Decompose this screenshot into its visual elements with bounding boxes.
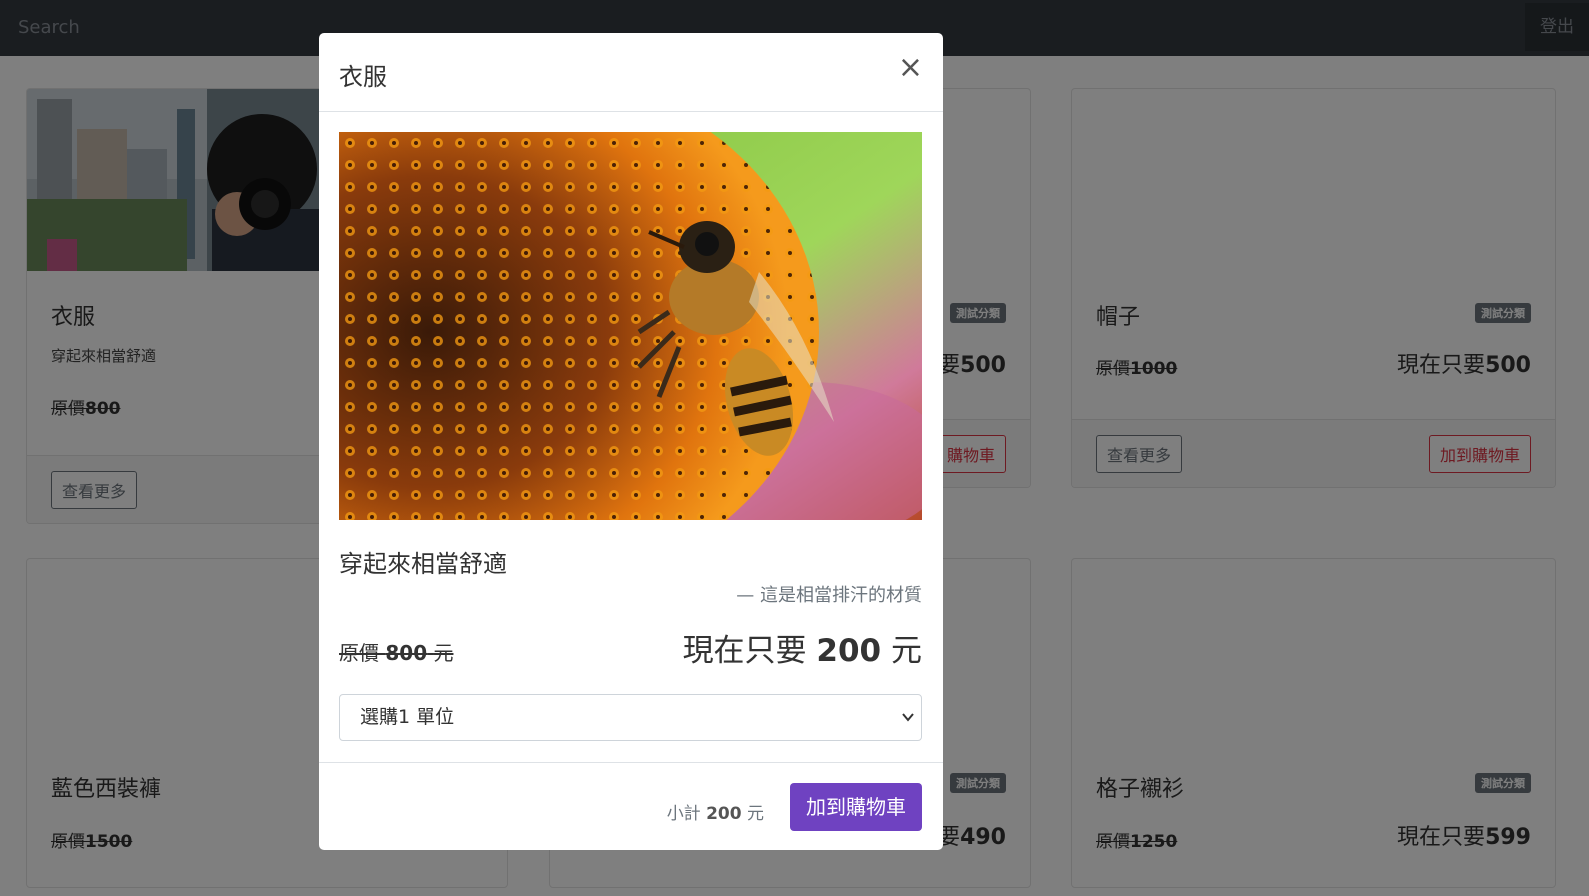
product-modal: 衣服 × 穿起來相當舒適 — 這是相當排汗的材質 原價 800 元 現在只要 2… bbox=[319, 33, 943, 850]
modal-title: 衣服 bbox=[339, 63, 387, 91]
add-to-cart-button[interactable]: 加到購物車 bbox=[790, 783, 922, 831]
modal-header: 衣服 × bbox=[319, 33, 943, 112]
product-hero-image bbox=[339, 132, 922, 520]
quantity-select[interactable]: 選購1 單位 bbox=[339, 694, 922, 741]
product-quote: — 這是相當排汗的材質 bbox=[736, 585, 922, 606]
chevron-down-icon bbox=[901, 695, 915, 759]
close-icon[interactable]: × bbox=[898, 53, 923, 83]
subtotal: 小計 200 元 bbox=[666, 804, 764, 824]
original-price: 原價 800 元 bbox=[339, 641, 454, 665]
modal-footer: 小計 200 元 加到購物車 bbox=[319, 762, 943, 850]
modal-subtitle: 穿起來相當舒適 bbox=[339, 550, 507, 578]
sale-price: 現在只要 200 元 bbox=[682, 633, 922, 669]
quantity-selected-value: 選購1 單位 bbox=[360, 706, 455, 728]
